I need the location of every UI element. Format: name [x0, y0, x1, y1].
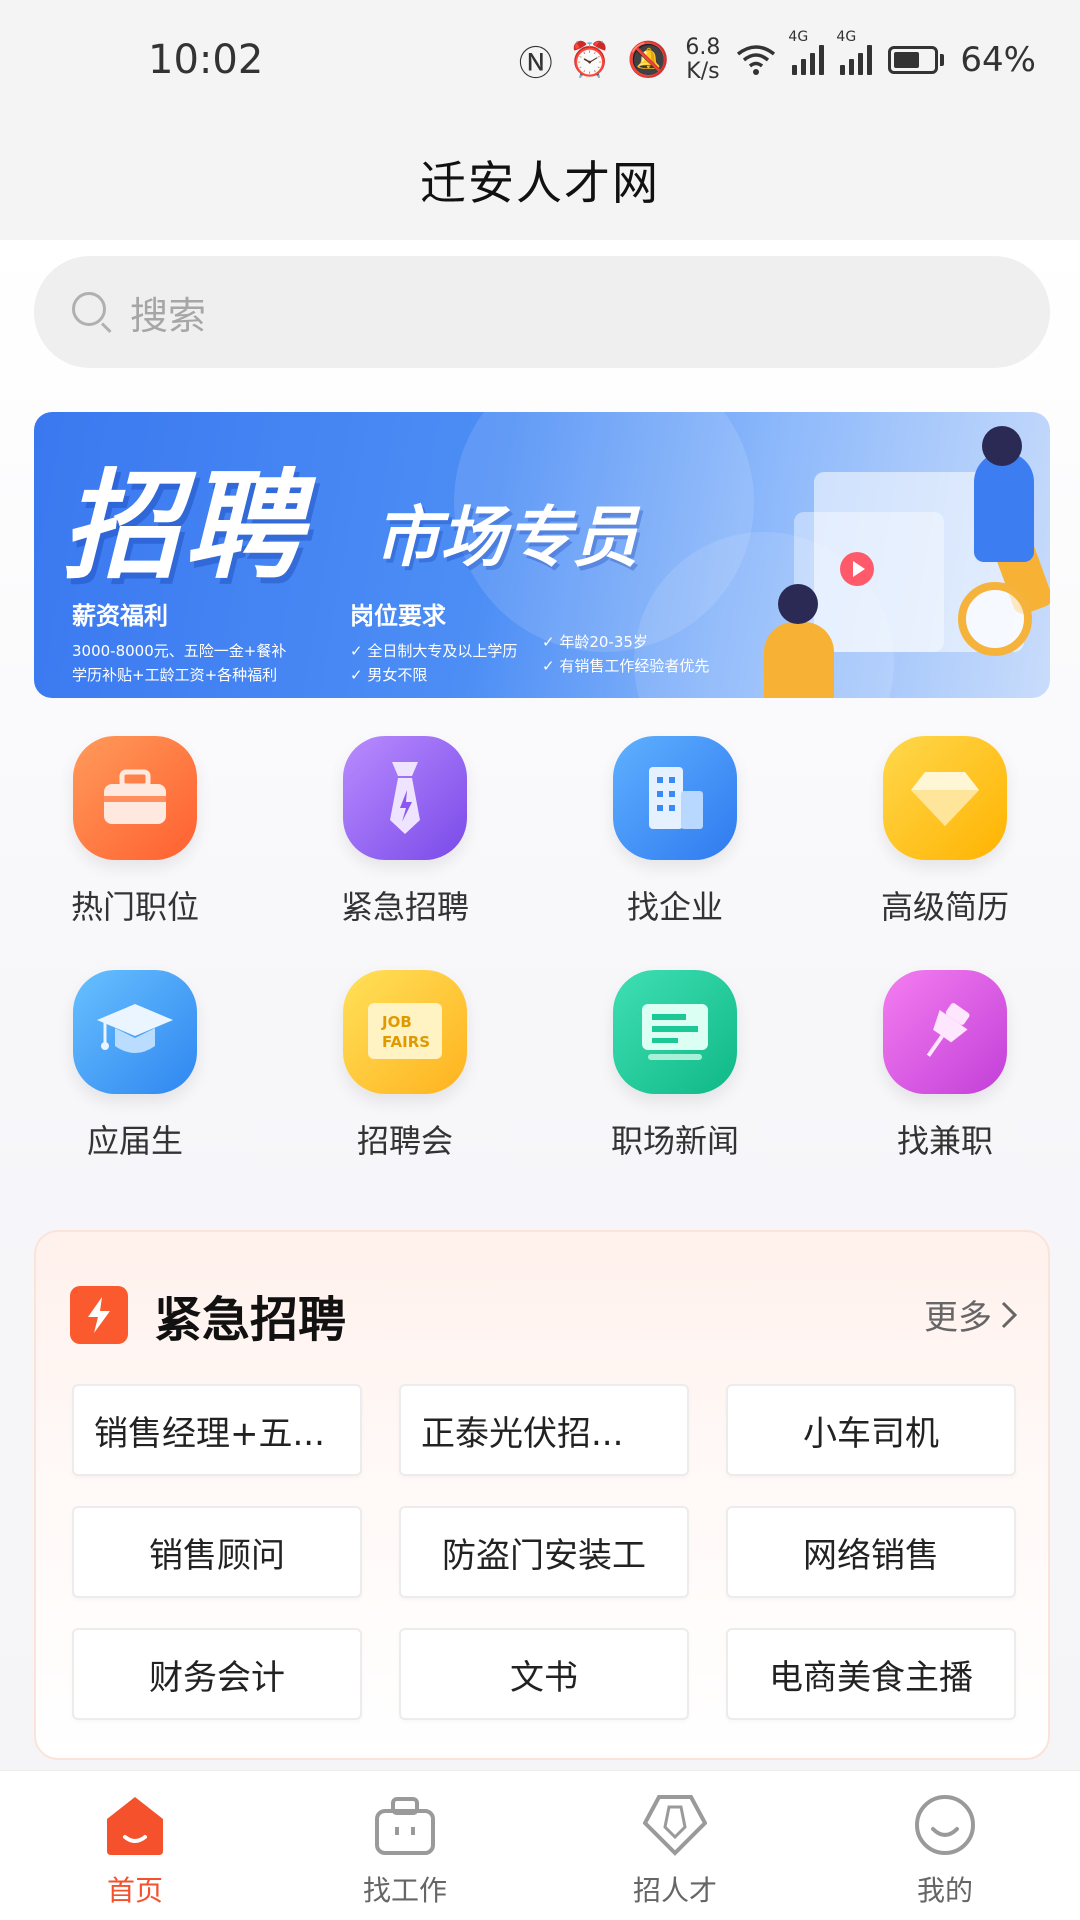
banner-requirements-block: 岗位要求 ✓ 全日制大专及以上学历 ✓ 男女不限 — [350, 602, 518, 684]
menu-part-time[interactable]: 找兼职 — [810, 970, 1080, 1162]
pushpin-icon — [883, 970, 1007, 1094]
alarm-icon: ⏰ — [568, 40, 612, 80]
news-icon — [613, 970, 737, 1094]
play-icon — [840, 552, 874, 586]
job-fairs-icon: JOB FAIRS — [343, 970, 467, 1094]
job-chip[interactable]: 网络销售 — [726, 1506, 1016, 1598]
nav-mine[interactable]: 我的 — [810, 1771, 1080, 1920]
status-time: 10:02 — [148, 37, 264, 83]
graduation-cap-icon — [73, 970, 197, 1094]
home-icon — [107, 1797, 163, 1855]
status-icons: Ⓝ ⏰ 🔕 6.8 K/s 4G 4G 64% — [518, 29, 1036, 85]
urgent-hiring-panel: 紧急招聘 更多 销售经理+五... 正泰光伏招... 小车司机 销售顾问 防盗门… — [34, 1230, 1050, 1760]
diamond-icon — [883, 736, 1007, 860]
search-input[interactable]: 搜索 — [34, 256, 1050, 368]
battery-icon — [888, 46, 945, 74]
job-chip[interactable]: 防盗门安装工 — [399, 1506, 689, 1598]
app-header: 迁安人才网 — [0, 120, 1080, 240]
wifi-icon — [737, 45, 776, 75]
menu-urgent-hiring[interactable]: 紧急招聘 — [270, 736, 540, 928]
nav-find-talent[interactable]: 招人才 — [540, 1771, 810, 1920]
search-icon — [72, 292, 112, 334]
job-chip[interactable]: 文书 — [399, 1628, 689, 1720]
signal-1-icon: 4G — [788, 29, 825, 75]
banner-requirements-block-2: ✓ 年龄20-35岁 ✓ 有销售工作经验者优先 — [542, 633, 710, 675]
menu-find-company[interactable]: 找企业 — [540, 736, 810, 928]
banner-illustration-person — [974, 452, 1034, 562]
menu-job-fair[interactable]: JOB FAIRS 招聘会 — [270, 970, 540, 1162]
bottom-navigation: 首页 找工作 招人才 我的 — [0, 1770, 1080, 1920]
banner-salary-block: 薪资福利 3000-8000元、五险一金+餐补 学历补贴+工龄工资+各种福利 — [72, 602, 287, 684]
tie-icon — [643, 1795, 707, 1856]
menu-hot-jobs[interactable]: 热门职位 — [0, 736, 270, 928]
chevron-right-icon — [1001, 1301, 1018, 1328]
smiley-icon — [915, 1795, 975, 1855]
nav-home[interactable]: 首页 — [0, 1771, 270, 1920]
mute-bell-icon: 🔕 — [627, 40, 670, 80]
briefcase-icon — [375, 1797, 435, 1855]
magnifier-icon — [958, 582, 1032, 656]
job-chip[interactable]: 销售顾问 — [72, 1506, 362, 1598]
banner-illustration-person-2 — [764, 622, 834, 698]
svg-text:JOB: JOB — [381, 1013, 412, 1031]
job-chip[interactable]: 小车司机 — [726, 1384, 1016, 1476]
menu-graduates[interactable]: 应届生 — [0, 970, 270, 1162]
nav-find-job[interactable]: 找工作 — [270, 1771, 540, 1920]
job-chip[interactable]: 正泰光伏招... — [399, 1384, 689, 1476]
job-chip[interactable]: 销售经理+五... — [72, 1384, 362, 1476]
more-link[interactable]: 更多 — [924, 1290, 1018, 1339]
urgent-title: 紧急招聘 — [154, 1292, 347, 1348]
banner-illustration-head — [982, 426, 1022, 466]
battery-percent: 64% — [960, 40, 1036, 80]
banner-position: 市场专员 — [374, 499, 638, 576]
building-icon — [613, 736, 737, 860]
quick-menu-grid: 热门职位 紧急招聘 找企业 高级简历 应届生 JOB FAIRS 招聘会 职场新… — [0, 736, 1080, 1162]
page-title: 迁安人才网 — [420, 156, 660, 210]
lightning-icon — [70, 1286, 128, 1344]
network-speed: 6.8 K/s — [685, 35, 721, 84]
signal-2-icon: 4G — [836, 29, 873, 75]
svg-text:FAIRS: FAIRS — [382, 1033, 430, 1051]
job-chip[interactable]: 财务会计 — [72, 1628, 362, 1720]
search-placeholder: 搜索 — [130, 293, 207, 338]
menu-premium-resume[interactable]: 高级简历 — [810, 736, 1080, 928]
tie-icon — [343, 736, 467, 860]
status-bar: 10:02 Ⓝ ⏰ 🔕 6.8 K/s 4G 4G 64% — [0, 0, 1080, 120]
nfc-icon: Ⓝ — [518, 43, 553, 84]
job-chip[interactable]: 电商美食主播 — [726, 1628, 1016, 1720]
urgent-header: 紧急招聘 — [70, 1280, 346, 1350]
urgent-job-list: 销售经理+五... 正泰光伏招... 小车司机 销售顾问 防盗门安装工 网络销售… — [72, 1384, 1016, 1720]
promo-banner[interactable]: 招聘 市场专员 薪资福利 3000-8000元、五险一金+餐补 学历补贴+工龄工… — [34, 412, 1050, 698]
banner-illustration-head-2 — [778, 584, 818, 624]
banner-headline: 招聘 — [62, 457, 307, 595]
briefcase-icon — [73, 736, 197, 860]
menu-workplace-news[interactable]: 职场新闻 — [540, 970, 810, 1162]
